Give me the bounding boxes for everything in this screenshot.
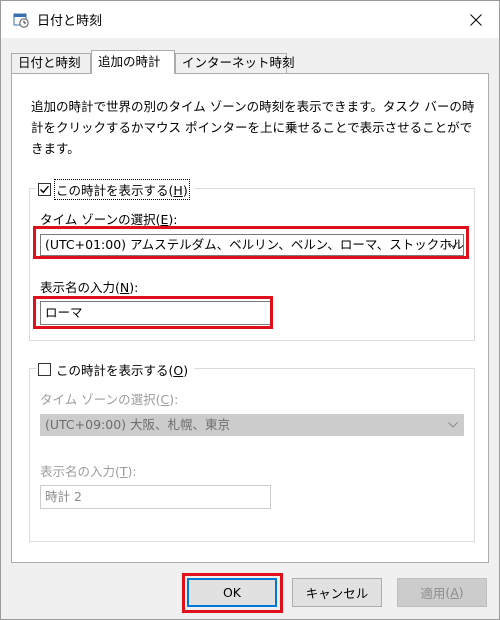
clock2-timezone-label: タイム ゾーンの選択(C):	[40, 392, 179, 407]
clock2-group: この時計を表示する(O) タイム ゾーンの選択(C): (UTC+09:00) …	[29, 359, 475, 542]
clock2-name-label: 表示名の入力(T):	[40, 464, 137, 479]
clock1-group: この時計を表示する(H) タイム ゾーンの選択(E): (UTC+01:00) …	[29, 178, 475, 341]
clock2-show-label: この時計を表示する(O)	[56, 362, 189, 378]
ok-button[interactable]: OK	[187, 578, 277, 607]
clock1-name-input[interactable]: ローマ	[40, 301, 271, 325]
tab-additional-clocks[interactable]: 追加の時計	[91, 50, 175, 74]
clock1-timezone-value: (UTC+01:00) アムステルダム、ベルリン、ベルン、ローマ、ストックホルム…	[45, 237, 464, 252]
clock1-show-checkbox[interactable]	[38, 182, 51, 196]
clock1-show-label: この時計を表示する(H)	[54, 178, 190, 200]
description-text: 追加の時計で世界の別のタイム ゾーンの時刻を表示できます。タスク バーの時計をク…	[31, 99, 475, 156]
clock1-name-label: 表示名の入力(N):	[40, 280, 139, 295]
close-button[interactable]	[453, 1, 499, 38]
tab-panel: 追加の時計で世界の別のタイム ゾーンの時刻を表示できます。タスク バーの時計をク…	[11, 73, 489, 563]
checkmark-icon	[40, 185, 50, 193]
cancel-button[interactable]: キャンセル	[292, 578, 382, 607]
tab-internet-time[interactable]: インターネット時刻	[175, 53, 295, 73]
clock2-show-checkbox[interactable]	[38, 362, 51, 376]
window-title: 日付と時刻	[37, 14, 103, 29]
clock2-show-checkbox-row[interactable]: この時計を表示する(O)	[36, 359, 195, 379]
date-time-dialog: 日付と時刻 日付と時刻 追加の時計 インターネット時刻 追加の時計で世界の別のタ…	[0, 0, 500, 620]
close-icon	[470, 13, 482, 26]
title-bar: 日付と時刻	[1, 1, 499, 38]
calendar-clock-icon	[13, 12, 29, 28]
apply-button[interactable]: 適用(A)	[397, 578, 487, 607]
clock2-timezone-select[interactable]: (UTC+09:00) 大阪、札幌、東京	[40, 414, 464, 436]
clock1-timezone-label: タイム ゾーンの選択(E):	[40, 212, 178, 227]
clock1-timezone-select[interactable]: (UTC+01:00) アムステルダム、ベルリン、ベルン、ローマ、ストックホルム…	[40, 234, 464, 256]
chevron-down-icon	[448, 242, 458, 248]
chevron-down-icon	[448, 422, 458, 428]
clock2-timezone-value: (UTC+09:00) 大阪、札幌、東京	[45, 417, 231, 432]
clock1-show-checkbox-row[interactable]: この時計を表示する(H)	[36, 178, 194, 200]
tab-date-time[interactable]: 日付と時刻	[11, 53, 91, 73]
clock2-name-input[interactable]: 時計 2	[40, 485, 271, 509]
